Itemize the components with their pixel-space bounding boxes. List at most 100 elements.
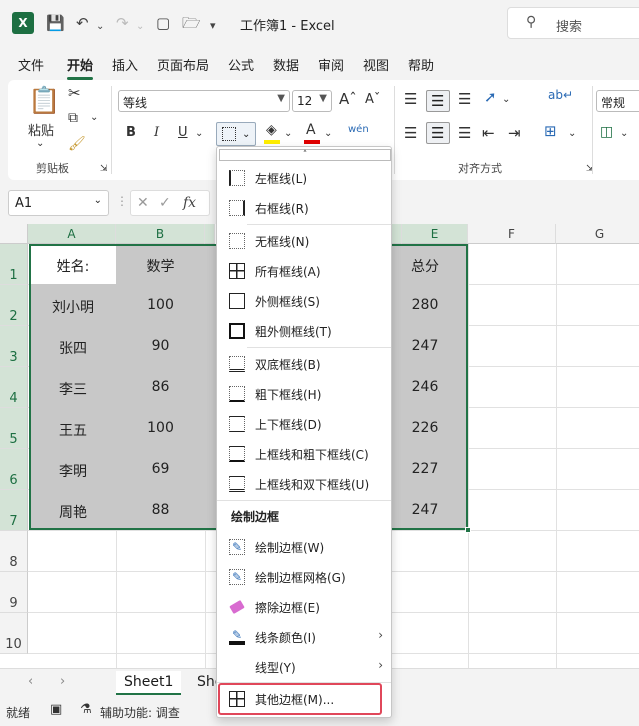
fill-color-dropdown-icon[interactable]: ⌄ — [284, 128, 292, 139]
row-header-4[interactable]: 4 — [0, 367, 28, 408]
cell-a5[interactable]: 王五 — [30, 420, 116, 440]
cell-e3[interactable]: 247 — [392, 338, 458, 354]
paste-icon[interactable]: 📋 — [28, 86, 60, 116]
cell-b3[interactable]: 90 — [116, 338, 205, 354]
cell-a4[interactable]: 李三 — [30, 379, 116, 399]
cell-e7[interactable]: 247 — [392, 502, 458, 518]
open-folder-icon[interactable]: 🗁 — [182, 13, 201, 33]
cell-b6[interactable]: 69 — [116, 461, 205, 477]
fill-handle[interactable] — [465, 527, 471, 533]
fill-color-icon[interactable]: ◈ — [266, 122, 277, 138]
row-header-1[interactable]: 1 — [0, 244, 28, 285]
currency-format-icon[interactable]: ◫ — [600, 124, 613, 140]
cell-e1[interactable]: 总分 — [392, 256, 458, 276]
underline-button[interactable]: U — [178, 125, 188, 140]
redo-dropdown-icon[interactable]: ⌄ — [136, 17, 144, 37]
menu-item-top-thick-bottom-border[interactable]: 上框线和粗下框线(C) — [217, 439, 391, 469]
scroll-left-icon[interactable]: ‹ — [28, 674, 33, 689]
row-header-7[interactable]: 7 — [0, 490, 28, 531]
cell-a2[interactable]: 刘小明 — [30, 297, 116, 317]
tab-help[interactable]: 帮助 — [408, 55, 434, 74]
sheet-tab-sheet1[interactable]: Sheet1 — [116, 671, 182, 695]
orientation-dropdown-icon[interactable]: ⌄ — [502, 94, 510, 105]
font-color-dropdown-icon[interactable]: ⌄ — [324, 128, 332, 139]
menu-item-top-double-bottom-border[interactable]: 上框线和双下框线(U) — [217, 469, 391, 499]
increase-font-icon[interactable]: Aˆ — [339, 90, 357, 108]
column-header-c[interactable] — [205, 224, 215, 244]
orientation-icon[interactable]: ➚ — [484, 88, 497, 106]
undo-dropdown-icon[interactable]: ⌄ — [96, 17, 104, 37]
cell-a7[interactable]: 周艳 — [30, 502, 116, 522]
menu-scroll-up-icon[interactable]: ˄ — [219, 149, 391, 161]
row-header-8[interactable]: 8 — [0, 531, 28, 572]
tab-formulas[interactable]: 公式 — [228, 55, 254, 74]
cell-b4[interactable]: 86 — [116, 379, 205, 395]
italic-button[interactable]: I — [154, 125, 159, 140]
undo-icon[interactable]: ↶ — [76, 13, 89, 33]
cell-b7[interactable]: 88 — [116, 502, 205, 518]
row-header-5[interactable]: 5 — [0, 408, 28, 449]
menu-item-draw-border-grid[interactable]: ✎ 绘制边框网格(G) — [217, 562, 391, 592]
row-header-10[interactable]: 10 — [0, 613, 28, 654]
font-name-select[interactable]: 等线 ▼ — [118, 90, 290, 112]
row-header-9[interactable]: 9 — [0, 572, 28, 613]
merge-dropdown-icon[interactable]: ⌄ — [568, 128, 576, 139]
accessibility-icon[interactable]: ⚗ — [80, 702, 92, 717]
cut-icon[interactable]: ✂ — [68, 84, 81, 102]
row-header-2[interactable]: 2 — [0, 285, 28, 326]
align-right-icon[interactable]: ☰ — [458, 124, 471, 142]
select-all-corner[interactable] — [0, 224, 28, 244]
clipboard-launcher-icon[interactable]: ⇲ — [100, 164, 108, 174]
column-header-g[interactable]: G — [556, 224, 639, 244]
align-middle-button[interactable]: ☰ — [426, 90, 450, 112]
tab-home[interactable]: 开始 — [67, 55, 94, 80]
cell-mode-icon[interactable]: ▣ — [50, 702, 62, 717]
column-header-a[interactable]: A — [28, 224, 116, 244]
align-center-button[interactable]: ☰ — [426, 122, 450, 144]
align-left-icon[interactable]: ☰ — [404, 124, 417, 142]
cancel-icon[interactable]: ✕ — [137, 195, 149, 211]
cell-b2[interactable]: 100 — [116, 297, 205, 313]
copy-icon[interactable]: ⧉ — [68, 110, 78, 126]
row-header-3[interactable]: 3 — [0, 326, 28, 367]
menu-item-erase-border[interactable]: 擦除边框(E) — [217, 592, 391, 622]
paste-button[interactable]: 粘贴 — [28, 120, 54, 139]
menu-item-left-border[interactable]: 左框线(L) — [217, 163, 391, 193]
insert-function-button[interactable]: fx — [183, 195, 196, 211]
tab-file[interactable]: 文件 — [18, 55, 44, 74]
cell-b1[interactable]: 数学 — [116, 256, 205, 276]
menu-item-line-color[interactable]: ✎ 线条颜色(I) › — [217, 622, 391, 652]
menu-item-draw-border[interactable]: ✎ 绘制边框(W) — [217, 532, 391, 562]
tab-review[interactable]: 审阅 — [318, 55, 344, 74]
currency-dropdown-icon[interactable]: ⌄ — [620, 128, 628, 139]
cell-a3[interactable]: 张四 — [30, 338, 116, 358]
wrap-text-icon[interactable]: ab↵ — [548, 88, 573, 102]
align-top-icon[interactable]: ☰ — [404, 90, 417, 108]
menu-item-thick-outside-borders[interactable]: 粗外侧框线(T) — [217, 316, 391, 346]
column-header-e[interactable]: E — [402, 224, 468, 244]
number-format-select[interactable]: 常规 — [596, 90, 639, 112]
font-color-icon[interactable]: A — [306, 122, 316, 138]
merge-center-icon[interactable]: ⊞ — [544, 122, 557, 140]
tab-data[interactable]: 数据 — [273, 55, 299, 74]
column-header-b[interactable]: B — [116, 224, 205, 244]
cell-a1[interactable]: 姓名: — [30, 256, 116, 276]
borders-button[interactable]: ⌄ — [216, 122, 256, 146]
menu-item-all-borders[interactable]: 所有框线(A) — [217, 256, 391, 286]
enter-icon[interactable]: ✓ — [159, 195, 171, 211]
menu-item-no-border[interactable]: 无框线(N) — [217, 226, 391, 256]
customize-toolbar-icon[interactable]: ▾ — [210, 16, 216, 36]
scroll-right-icon[interactable]: › — [60, 674, 65, 689]
underline-dropdown-icon[interactable]: ⌄ — [195, 128, 203, 139]
name-box[interactable]: A1 ⌄ — [8, 190, 109, 216]
font-size-select[interactable]: 12 ▼ — [292, 90, 332, 112]
menu-item-right-border[interactable]: 右框线(R) — [217, 193, 391, 223]
cell-e4[interactable]: 246 — [392, 379, 458, 395]
cell-e5[interactable]: 226 — [392, 420, 458, 436]
menu-item-thick-bottom-border[interactable]: 粗下框线(H) — [217, 379, 391, 409]
phonetic-guide-icon[interactable]: wén — [348, 124, 369, 135]
cell-e6[interactable]: 227 — [392, 461, 458, 477]
increase-indent-icon[interactable]: ⇥ — [508, 124, 521, 142]
search-box[interactable]: ⚲ 搜索 — [507, 7, 639, 39]
save-icon[interactable]: 💾 — [46, 13, 65, 33]
